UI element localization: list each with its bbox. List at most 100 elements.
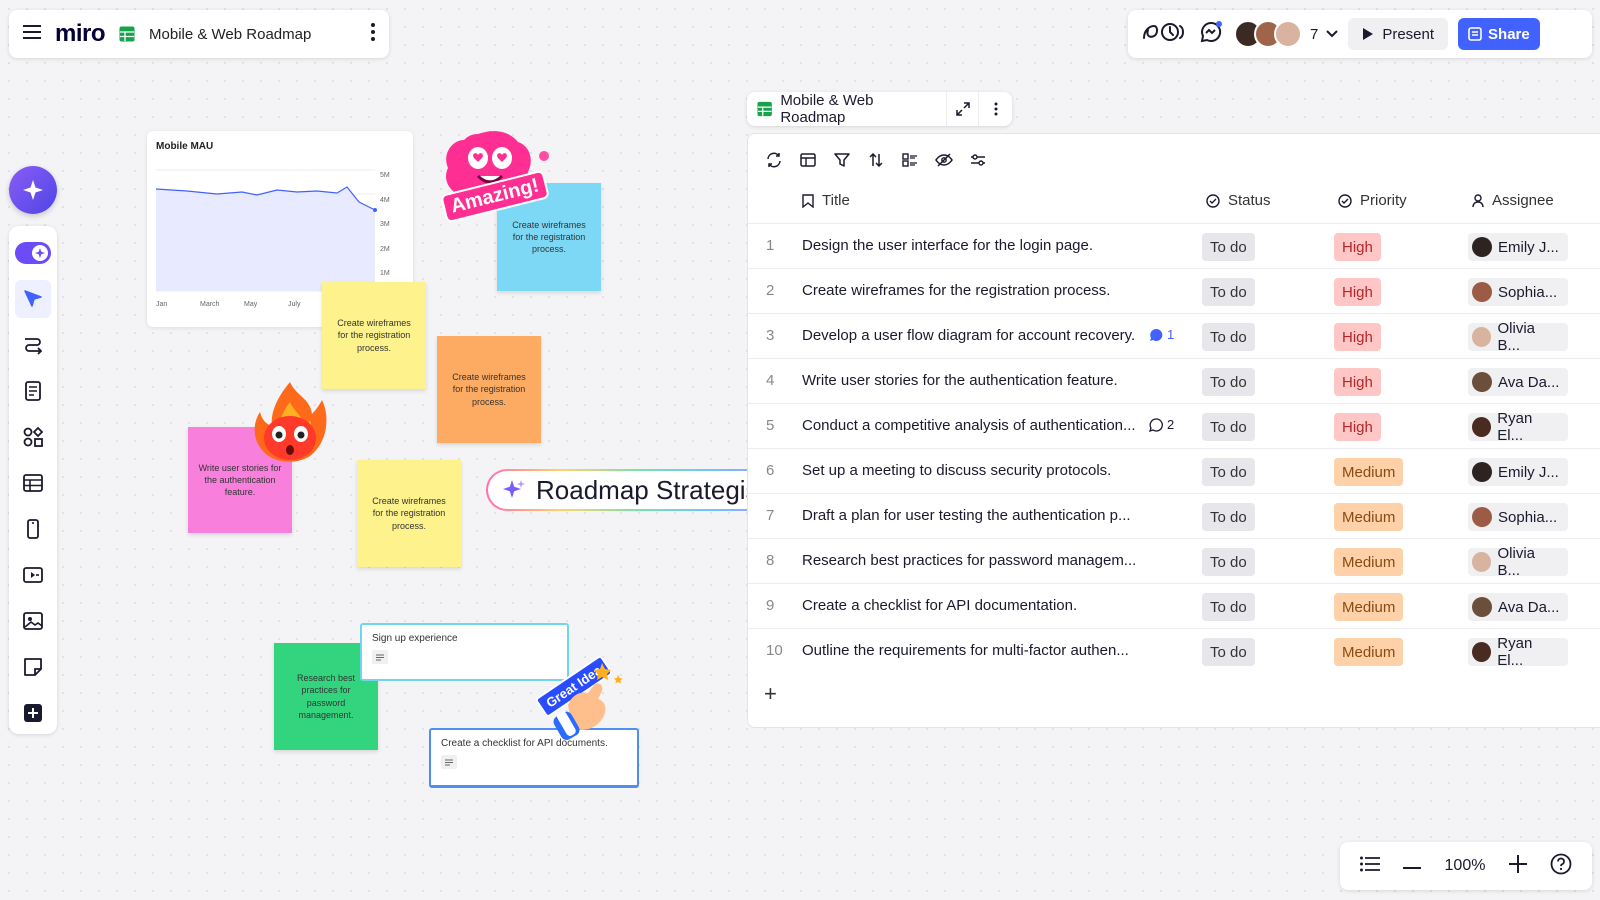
settings-sliders-icon[interactable] — [968, 150, 988, 170]
priority-badge[interactable]: High — [1334, 368, 1381, 396]
assignee-chip[interactable]: Olivia B... — [1468, 545, 1568, 579]
status-badge[interactable]: To do — [1202, 233, 1255, 261]
priority-badge[interactable]: Medium — [1334, 638, 1404, 666]
ai-toggle[interactable] — [15, 234, 51, 272]
more-tools-button[interactable] — [15, 694, 51, 732]
table-row[interactable]: 1 Design the user interface for the login… — [748, 223, 1600, 268]
table-row[interactable]: 10 Outline the requirements for multi-fac… — [748, 628, 1600, 673]
assignee-chip[interactable]: Emily J... — [1468, 233, 1568, 261]
collaborator-avatars[interactable]: 7 — [1234, 20, 1339, 48]
zoom-out-icon[interactable] — [1403, 857, 1422, 875]
share-button[interactable]: Share — [1458, 18, 1540, 50]
reactions-timer-icon[interactable] — [1140, 20, 1188, 49]
row-title[interactable]: Design the user interface for the login … — [802, 237, 1093, 254]
presentation-tool[interactable] — [15, 556, 51, 594]
chat-icon[interactable] — [1198, 20, 1224, 49]
list-view-icon[interactable] — [1359, 856, 1380, 877]
document-tool[interactable] — [15, 372, 51, 410]
connection-tool[interactable] — [15, 326, 51, 364]
sticky-note[interactable]: Create wireframes for the registration p… — [322, 282, 426, 389]
sort-icon[interactable] — [866, 150, 886, 170]
assignee-chip[interactable]: Ryan El... — [1468, 410, 1568, 444]
status-badge[interactable]: To do — [1202, 323, 1255, 351]
column-header-assignee[interactable]: Assignee — [1472, 192, 1554, 209]
priority-badge[interactable]: Medium — [1334, 593, 1404, 621]
status-badge[interactable]: To do — [1202, 278, 1255, 306]
priority-badge[interactable]: Medium — [1334, 548, 1404, 576]
row-title[interactable]: Develop a user flow diagram for account … — [802, 327, 1135, 344]
column-header-priority[interactable]: Priority — [1338, 192, 1407, 209]
row-title[interactable]: Draft a plan for user testing the authen… — [802, 507, 1131, 524]
great-idea-sticker[interactable]: Great Idea — [532, 654, 632, 745]
priority-badge[interactable]: High — [1334, 278, 1381, 306]
zoom-in-icon[interactable] — [1508, 854, 1527, 878]
assignee-chip[interactable]: Ava Da... — [1468, 593, 1568, 621]
status-badge[interactable]: To do — [1202, 413, 1255, 441]
row-title[interactable]: Create a checklist for API documentation… — [802, 597, 1077, 614]
table-row[interactable]: 5 Conduct a competitive analysis of authe… — [748, 403, 1600, 448]
table-name-button[interactable]: Mobile & Web Roadmap — [747, 92, 947, 126]
table-row[interactable]: 4 Write user stories for the authenticati… — [748, 358, 1600, 403]
assignee-chip[interactable]: Emily J... — [1468, 458, 1568, 486]
table-row[interactable]: 6 Set up a meeting to discuss security pr… — [748, 448, 1600, 493]
status-badge[interactable]: To do — [1202, 593, 1255, 621]
hide-fields-icon[interactable] — [934, 150, 954, 170]
priority-badge[interactable]: Medium — [1334, 503, 1404, 531]
roadmap-strategist-agent[interactable]: Roadmap Strategist — [486, 469, 788, 511]
assignee-chip[interactable]: Ryan El... — [1468, 635, 1568, 669]
row-title[interactable]: Create wireframes for the registration p… — [802, 282, 1110, 299]
row-title[interactable]: Set up a meeting to discuss security pro… — [802, 462, 1111, 479]
assignee-chip[interactable]: Ava Da... — [1468, 368, 1568, 396]
priority-badge[interactable]: Medium — [1334, 458, 1404, 486]
row-title[interactable]: Research best practices for password man… — [802, 552, 1136, 569]
refresh-icon[interactable] — [764, 150, 784, 170]
add-row-button[interactable]: + — [764, 681, 777, 707]
assignee-chip[interactable]: Sophia... — [1468, 503, 1568, 531]
select-tool[interactable] — [15, 280, 51, 318]
table-row[interactable]: 8 Research best practices for password ma… — [748, 538, 1600, 583]
table-tool[interactable] — [15, 464, 51, 502]
zoom-level[interactable]: 100% — [1445, 857, 1486, 875]
column-header-title[interactable]: Title — [802, 192, 850, 209]
priority-badge[interactable]: High — [1334, 323, 1381, 351]
assignee-chip[interactable]: Sophia... — [1468, 278, 1568, 306]
diagram-tool[interactable] — [15, 418, 51, 456]
table-options-button[interactable] — [979, 92, 1012, 126]
table-row[interactable]: 9 Create a checklist for API documentatio… — [748, 583, 1600, 628]
status-badge[interactable]: To do — [1202, 368, 1255, 396]
amazing-sticker[interactable]: Amazing! — [438, 128, 558, 228]
sticky-note[interactable]: Create wireframes for the registration p… — [357, 460, 461, 567]
table-row[interactable]: 3 Develop a user flow diagram for account… — [748, 313, 1600, 358]
row-title[interactable]: Conduct a competitive analysis of authen… — [802, 417, 1136, 434]
assignee-chip[interactable]: Olivia B... — [1468, 320, 1568, 354]
sticky-note[interactable]: Create wireframes for the registration p… — [437, 336, 541, 443]
board-name[interactable]: Mobile & Web Roadmap — [149, 26, 357, 43]
status-badge[interactable]: To do — [1202, 548, 1255, 576]
chevron-down-icon[interactable] — [1326, 25, 1339, 43]
ai-assist-button[interactable] — [9, 166, 57, 214]
priority-badge[interactable]: High — [1334, 413, 1381, 441]
present-button[interactable]: Present — [1348, 18, 1449, 50]
help-icon[interactable] — [1550, 853, 1572, 880]
comment-badge[interactable]: 1 — [1149, 327, 1174, 342]
miro-logo[interactable]: miro — [55, 20, 106, 48]
filter-icon[interactable] — [832, 150, 852, 170]
priority-badge[interactable]: High — [1334, 233, 1381, 261]
status-badge[interactable]: To do — [1202, 638, 1255, 666]
fire-emoji-sticker[interactable] — [248, 380, 332, 466]
status-badge[interactable]: To do — [1202, 458, 1255, 486]
layout-icon[interactable] — [798, 150, 818, 170]
status-badge[interactable]: To do — [1202, 503, 1255, 531]
mobile-frame-tool[interactable] — [15, 510, 51, 548]
row-title[interactable]: Outline the requirements for multi-facto… — [802, 642, 1129, 659]
main-menu-icon[interactable] — [23, 24, 41, 44]
table-row[interactable]: 7 Draft a plan for user testing the authe… — [748, 493, 1600, 538]
comment-badge[interactable]: 2 — [1149, 417, 1174, 432]
sticky-note-tool[interactable] — [15, 648, 51, 686]
expand-button[interactable] — [947, 92, 980, 126]
row-title[interactable]: Write user stories for the authenticatio… — [802, 372, 1118, 389]
more-options-icon[interactable] — [371, 22, 375, 46]
table-row[interactable]: 2 Create wireframes for the registration … — [748, 268, 1600, 313]
group-icon[interactable] — [900, 150, 920, 170]
image-tool[interactable] — [15, 602, 51, 640]
